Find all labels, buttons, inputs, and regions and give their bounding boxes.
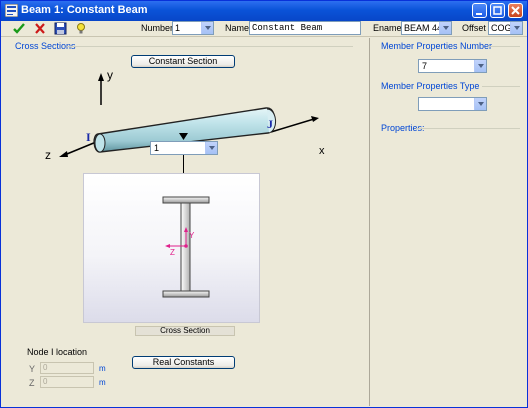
maximize-icon: [493, 6, 502, 15]
ename-select-value: BEAM 44: [404, 23, 443, 33]
member-properties-panel: Member Properties Number 7 Member Proper…: [369, 38, 526, 406]
name-input[interactable]: Constant Beam: [249, 21, 361, 35]
node-i-label: I: [86, 130, 91, 144]
group-divider: [488, 46, 520, 47]
chevron-down-icon: [510, 22, 522, 34]
confirm-check-icon[interactable]: [12, 22, 26, 35]
x-axis-arrowhead: [311, 116, 319, 122]
member-properties-type-label: Member Properties Type: [381, 81, 480, 91]
maximize-button[interactable]: [490, 3, 505, 18]
close-icon: [511, 6, 520, 15]
offset-select-value: COG: [491, 23, 512, 33]
ename-select[interactable]: BEAM 44: [401, 21, 452, 35]
node-z-input[interactable]: 0: [40, 376, 94, 388]
section-select-value: 1: [154, 143, 160, 153]
axis-y-label: y: [107, 68, 113, 82]
z-axis-arrowhead: [59, 151, 68, 157]
pointer-triangle-icon: [179, 133, 188, 140]
minimize-icon: [476, 13, 482, 15]
node-y-unit: m: [99, 364, 106, 373]
cross-section-caption: Cross Section: [135, 326, 235, 336]
cancel-x-icon[interactable]: [33, 22, 47, 35]
offset-select[interactable]: COG: [488, 21, 523, 35]
chevron-down-icon: [439, 22, 451, 34]
group-divider: [416, 128, 520, 129]
group-divider: [482, 86, 520, 87]
section-select[interactable]: 1: [150, 141, 218, 155]
i-beam-section: Y Z: [162, 196, 210, 298]
section-z-label: Z: [170, 248, 175, 257]
top-flange: [162, 196, 210, 204]
offset-label: Offset: [462, 23, 486, 33]
chevron-down-icon: [205, 142, 217, 154]
cross-sections-panel: Cross Sections Constant Section y z x I …: [3, 38, 367, 406]
node-j-label: J: [267, 117, 273, 131]
centroid-point: [184, 244, 188, 248]
title-bar[interactable]: Beam 1: Constant Beam: [1, 1, 527, 21]
constant-section-button[interactable]: Constant Section: [131, 55, 235, 68]
save-disk-icon[interactable]: [54, 22, 68, 35]
node-z-unit: m: [99, 378, 106, 387]
app-icon: [5, 4, 18, 17]
help-lightbulb-icon[interactable]: [75, 22, 89, 35]
window-title: Beam 1: Constant Beam: [21, 4, 148, 16]
axis-x-label: x: [319, 145, 325, 157]
minimize-button[interactable]: [472, 3, 487, 18]
node-z-label: Z: [29, 378, 35, 388]
name-label: Name: [225, 23, 250, 33]
chevron-down-icon: [474, 60, 486, 72]
axis-z-label: z: [45, 148, 51, 160]
member-properties-number-value: 7: [422, 61, 428, 71]
node-location-title: Node I location: [27, 347, 88, 357]
cross-section-view: Y Z: [83, 173, 260, 323]
number-select[interactable]: 1: [172, 21, 214, 35]
close-button[interactable]: [508, 3, 523, 18]
number-label: Number: [141, 23, 174, 33]
chevron-down-icon: [474, 98, 486, 110]
connector-line: [183, 155, 184, 173]
number-select-value: 1: [175, 23, 181, 33]
bottom-flange: [162, 290, 210, 298]
node-y-input[interactable]: 0: [40, 362, 94, 374]
toolbar: Number 1 Name Constant Beam Ename BEAM 4…: [1, 21, 527, 37]
beam-end-i: [94, 133, 106, 153]
member-properties-type-select[interactable]: [418, 97, 487, 111]
x-axis-line: [270, 118, 315, 133]
y-axis-arrowhead: [98, 73, 104, 81]
section-y-label: Y: [189, 231, 195, 240]
node-y-label: Y: [29, 364, 36, 374]
real-constants-button[interactable]: Real Constants: [132, 356, 235, 369]
ename-label: Ename: [373, 23, 402, 33]
member-properties-number-select[interactable]: 7: [418, 59, 487, 73]
group-divider: [67, 46, 353, 47]
member-properties-number-label: Member Properties Number: [381, 41, 493, 51]
chevron-down-icon: [201, 22, 213, 34]
beam-editor-window: Beam 1: Constant Beam Number 1 Name Cons…: [0, 0, 528, 408]
